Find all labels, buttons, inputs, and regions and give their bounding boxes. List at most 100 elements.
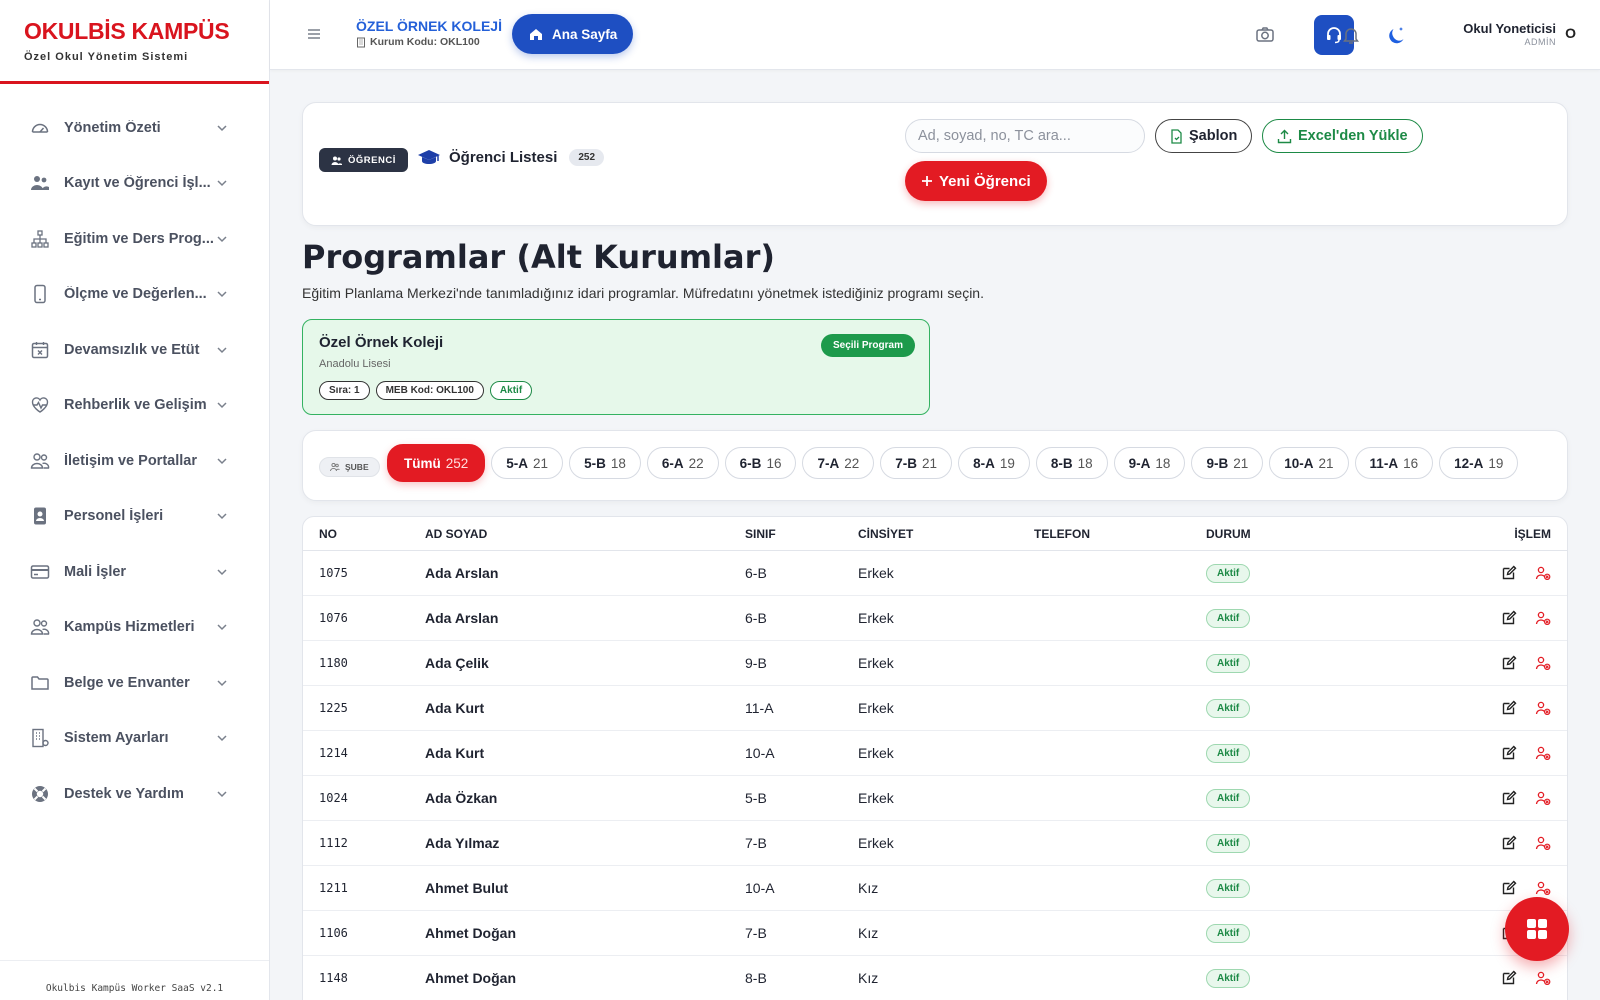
quick-actions-fab[interactable] [1505, 897, 1569, 961]
remove-user-icon[interactable] [1535, 745, 1551, 761]
edit-icon[interactable] [1501, 610, 1517, 626]
remove-user-icon[interactable] [1535, 700, 1551, 716]
new-student-button[interactable]: Yeni Öğrenci [905, 161, 1047, 201]
table-row[interactable]: 1076 Ada Arslan 6-B Erkek Aktif [303, 596, 1567, 641]
bell-icon[interactable] [1340, 24, 1362, 46]
credit-card-icon [28, 560, 52, 584]
class-filter-pill[interactable]: 5-A 21 [491, 447, 564, 479]
search-input[interactable] [905, 119, 1145, 153]
camera-icon[interactable] [1254, 24, 1276, 46]
column-header-name[interactable]: AD SOYAD [425, 527, 745, 541]
table-body: 1075 Ada Arslan 6-B Erkek Aktif 1076 Ada Arsla… [303, 551, 1567, 1000]
class-filter-count: 21 [922, 455, 938, 471]
sidebar-item-1[interactable]: Yönetim Özeti [0, 100, 269, 156]
class-filter-pill[interactable]: 8-B 18 [1035, 447, 1108, 479]
table-row[interactable]: 1214 Ada Kurt 10-A Erkek Aktif [303, 731, 1567, 776]
class-filter-pill[interactable]: 6-B 16 [724, 447, 797, 479]
sidebar-item-2[interactable]: Kayıt ve Öğrenci İşl... [0, 156, 269, 212]
file-icon [1170, 128, 1183, 144]
excel-upload-button-label: Excel'den Yükle [1298, 128, 1408, 144]
class-filter-pill[interactable]: Tümü 252 [387, 444, 486, 482]
class-filter-pill[interactable]: 7-B 21 [880, 447, 953, 479]
table-row[interactable]: 1148 Ahmet Doğan 8-B Kız Aktif [303, 956, 1567, 1000]
sidebar-item-7[interactable]: İletişim ve Portallar [0, 433, 269, 489]
column-header-class[interactable]: SINIF [745, 527, 858, 541]
table-row[interactable]: 1106 Ahmet Doğan 7-B Kız Aktif [303, 911, 1567, 956]
user-menu[interactable]: Okul Yoneticisi ADMİN [1463, 21, 1556, 47]
table-row[interactable]: 1112 Ada Yılmaz 7-B Erkek Aktif [303, 821, 1567, 866]
class-filter-pill[interactable]: 12-A 19 [1439, 447, 1519, 479]
brand-logo[interactable]: OKULBİS KAMPÜS [24, 18, 269, 45]
sidebar-item-13[interactable]: Destek ve Yardım [0, 766, 269, 822]
table-row[interactable]: 1024 Ada Özkan 5-B Erkek Aktif [303, 776, 1567, 821]
table-row[interactable]: 1180 Ada Çelik 9-B Erkek Aktif [303, 641, 1567, 686]
dark-mode-moon-icon[interactable] [1386, 24, 1408, 46]
excel-upload-button[interactable]: Excel'den Yükle [1262, 119, 1423, 153]
remove-user-icon[interactable] [1535, 610, 1551, 626]
sidebar-item-label: Kayıt ve Öğrenci İşl... [64, 175, 211, 192]
column-header-phone[interactable]: TELEFON [1034, 527, 1206, 541]
remove-user-icon[interactable] [1535, 790, 1551, 806]
class-filter-pill[interactable]: 9-A 18 [1113, 447, 1186, 479]
sidebar-item-6[interactable]: Rehberlik ve Gelişim [0, 378, 269, 434]
sidebar-item-5[interactable]: Devamsızlık ve Etüt [0, 322, 269, 378]
table-row[interactable]: 1211 Ahmet Bulut 10-A Kız Aktif [303, 866, 1567, 911]
edit-icon[interactable] [1501, 745, 1517, 761]
program-card[interactable]: Özel Örnek Koleji Anadolu Lisesi Seçili … [302, 319, 930, 415]
home-button[interactable]: Ana Sayfa [512, 14, 634, 54]
column-header-gender[interactable]: CİNSİYET [858, 527, 1034, 541]
edit-icon[interactable] [1501, 835, 1517, 851]
sidebar-item-10[interactable]: Kampüs Hizmetleri [0, 600, 269, 656]
remove-user-icon[interactable] [1535, 655, 1551, 671]
sidebar-item-11[interactable]: Belge ve Envanter [0, 655, 269, 711]
class-filter-pill[interactable]: 10-A 21 [1269, 447, 1349, 479]
column-header-status[interactable]: DURUM [1206, 527, 1467, 541]
class-filter-pill[interactable]: 5-B 18 [569, 447, 641, 479]
class-filter-pill[interactable]: 8-A 19 [958, 447, 1030, 479]
student-gender: Kız [858, 880, 879, 896]
class-filter-pill[interactable]: 7-A 22 [802, 447, 875, 479]
class-filter-pill[interactable]: 11-A 16 [1354, 447, 1434, 479]
student-name: Ada Arslan [425, 565, 499, 581]
class-filter-pill[interactable]: 6-A 22 [646, 447, 719, 479]
sidebar-item-4[interactable]: Ölçme ve Değerlen... [0, 267, 269, 323]
student-name: Ada Kurt [425, 745, 485, 761]
class-filter-name: 11-A [1369, 455, 1399, 471]
class-filter-count: 18 [1155, 455, 1171, 471]
edit-icon[interactable] [1501, 655, 1517, 671]
remove-user-icon[interactable] [1535, 565, 1551, 581]
template-button[interactable]: Şablon [1155, 119, 1253, 153]
edit-icon[interactable] [1501, 970, 1517, 986]
avatar[interactable]: O [1565, 25, 1576, 41]
selected-program-badge: Seçili Program [820, 334, 915, 357]
remove-user-icon[interactable] [1535, 835, 1551, 851]
edit-icon[interactable] [1501, 565, 1517, 581]
class-filter-name: 8-A [973, 455, 995, 471]
status-badge: Aktif [1206, 699, 1251, 718]
sidebar-item-label: Rehberlik ve Gelişim [64, 397, 207, 414]
table-row[interactable]: 1075 Ada Arslan 6-B Erkek Aktif [303, 551, 1567, 596]
remove-user-icon[interactable] [1535, 880, 1551, 896]
sidebar-item-3[interactable]: Eğitim ve Ders Prog... [0, 211, 269, 267]
chevron-down-icon [215, 509, 229, 523]
edit-icon[interactable] [1501, 880, 1517, 896]
edit-icon[interactable] [1501, 790, 1517, 806]
sidebar-item-12[interactable]: Sistem Ayarları [0, 711, 269, 767]
list-title-text: Öğrenci Listesi [449, 148, 558, 166]
table-row[interactable]: 1225 Ada Kurt 11-A Erkek Aktif [303, 686, 1567, 731]
status-cell: Aktif [1206, 698, 1467, 718]
chevron-down-icon [215, 787, 229, 801]
student-no: 1112 [319, 836, 348, 850]
hamburger-menu-icon[interactable] [306, 26, 322, 42]
program-tags: Sıra: 1 MEB Kod: OKL100 Aktif [319, 381, 533, 400]
edit-icon[interactable] [1501, 700, 1517, 716]
student-name: Ahmet Doğan [425, 925, 516, 941]
class-filter-pill[interactable]: 9-B 21 [1191, 447, 1264, 479]
sidebar-item-label: Devamsızlık ve Etüt [64, 341, 200, 358]
remove-user-icon[interactable] [1535, 970, 1551, 986]
lifebuoy-icon [28, 782, 52, 806]
student-class: 7-B [745, 925, 767, 941]
column-header-no[interactable]: NO [303, 527, 425, 541]
sidebar-item-9[interactable]: Mali İşler [0, 544, 269, 600]
sidebar-item-8[interactable]: Personel İşleri [0, 489, 269, 545]
